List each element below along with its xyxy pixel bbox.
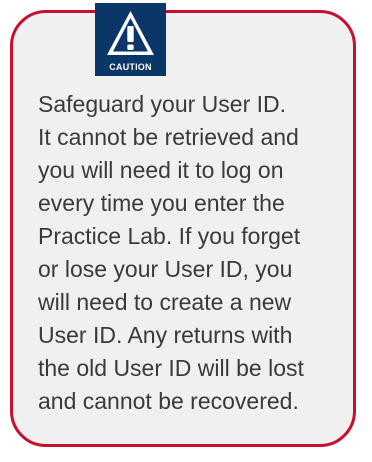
caution-warning-icon: CAUTION [95,3,166,76]
caution-message: Safeguard your User ID. It cannot be ret… [38,91,304,414]
caution-label: CAUTION [109,62,152,72]
caution-callout: CAUTION Safeguard your User ID. It canno… [10,3,356,447]
